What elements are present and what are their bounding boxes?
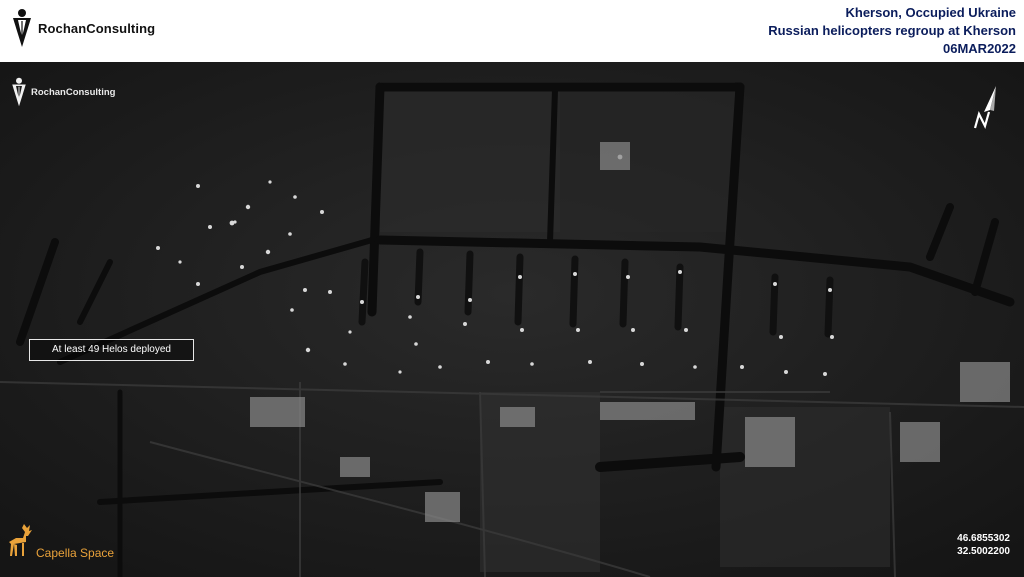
headline-title: Russian helicopters regroup at Kherson [768, 23, 1016, 38]
longitude-value: 32.5002200 [957, 546, 1010, 557]
watermark-brand: RochanConsulting [31, 86, 116, 98]
latitude-value: 46.6855302 [957, 533, 1010, 544]
header-bar: RochanConsulting Kherson, Occupied Ukrai… [0, 0, 1024, 62]
brand: RochanConsulting [10, 7, 155, 49]
coordinates: 46.6855302 32.5002200 [957, 532, 1010, 558]
title-block: Kherson, Occupied Ukraine Russian helico… [768, 4, 1016, 58]
rochan-watermark-icon [12, 77, 26, 107]
helicopter-count-label: At least 49 Helos deployed [29, 339, 194, 361]
rochan-logo-icon [13, 9, 31, 47]
capella-name: Capella Space [36, 546, 115, 560]
watermark: RochanConsulting [10, 76, 115, 108]
north-arrow-icon [973, 86, 996, 130]
date-title: 06MAR2022 [943, 41, 1016, 56]
sar-scene [0, 62, 1024, 577]
satellite-image: RochanConsulting At least 49 Helos deplo… [0, 62, 1024, 577]
capella-elk-icon [9, 524, 32, 556]
capella-credit: Capella Space [8, 522, 114, 562]
location-title: Kherson, Occupied Ukraine [845, 5, 1017, 20]
brand-name: RochanConsulting [38, 20, 156, 36]
